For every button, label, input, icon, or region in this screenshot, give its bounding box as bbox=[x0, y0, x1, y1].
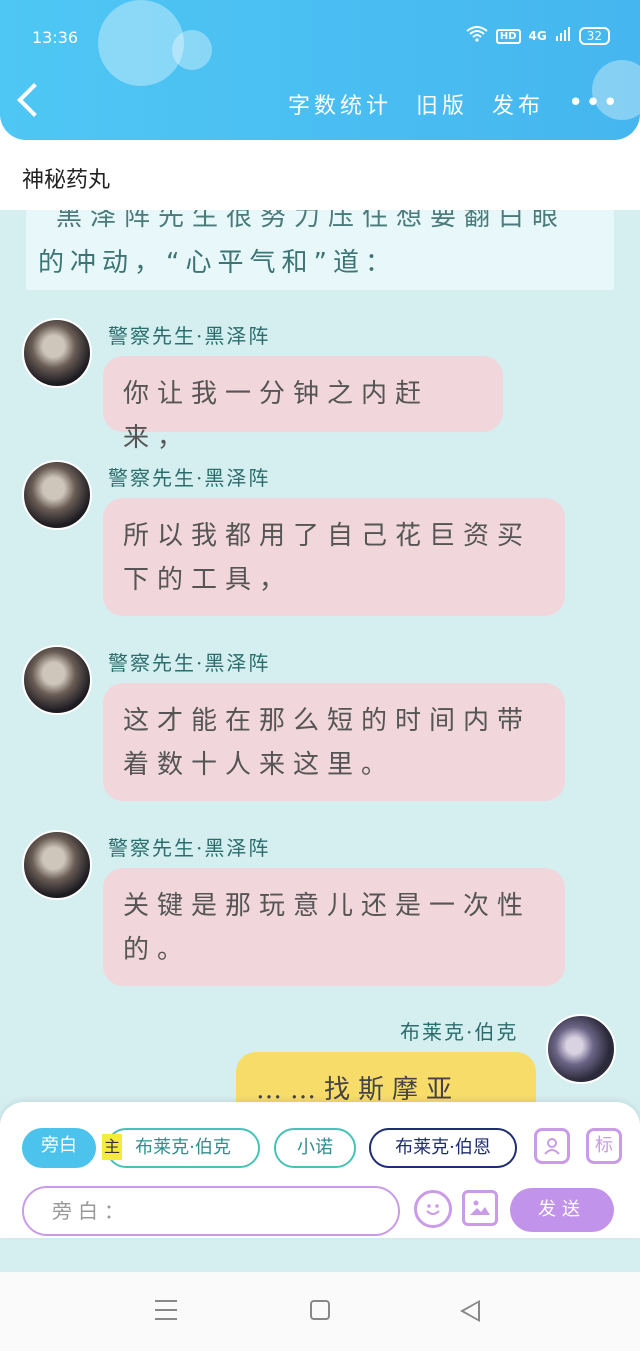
character-chip[interactable]: 布莱克·伯克 bbox=[106, 1128, 260, 1168]
avatar[interactable] bbox=[22, 460, 92, 530]
avatar[interactable] bbox=[22, 645, 92, 715]
home-icon[interactable] bbox=[310, 1300, 330, 1320]
contact-card-icon[interactable] bbox=[534, 1128, 570, 1164]
back-triangle-icon[interactable] bbox=[460, 1300, 480, 1322]
header-actions: 字数统计 旧版 发布 ••• bbox=[288, 88, 620, 120]
message-bubble[interactable]: 这才能在那么短的时间内带着数十人来这里。 bbox=[103, 683, 565, 801]
battery-indicator: 32 bbox=[578, 27, 610, 45]
status-time: 13:36 bbox=[32, 28, 79, 47]
more-icon[interactable]: ••• bbox=[568, 88, 620, 120]
send-button[interactable]: 发送 bbox=[510, 1188, 614, 1232]
character-chip[interactable]: 小诺 bbox=[274, 1128, 356, 1168]
narrator-chip[interactable]: 旁白 bbox=[22, 1128, 96, 1168]
word-count-button[interactable]: 字数统计 bbox=[288, 88, 392, 120]
hd-badge: HD bbox=[495, 28, 521, 44]
avatar[interactable] bbox=[22, 830, 92, 900]
speaker-name: 警察先生·黑泽阵 bbox=[108, 324, 271, 348]
speaker-name: 布莱克·伯克 bbox=[400, 1020, 519, 1044]
input-panel: 旁白 布莱克·伯克 小诺 布莱克·伯恩 标 旁白： 发送 bbox=[0, 1102, 640, 1238]
top-bar: 13:36 HD 4G 32 字数统计 旧版 发布 ••• bbox=[0, 0, 640, 140]
avatar[interactable] bbox=[22, 318, 92, 388]
main-character-badge: 主 bbox=[102, 1134, 122, 1160]
message-input[interactable]: 旁白： bbox=[22, 1186, 400, 1236]
message-bubble[interactable]: 所以我都用了自己花巨资买下的工具， bbox=[103, 498, 565, 616]
narration-block: 黑泽阵先生很努力压住想要翻白眼 的冲动，“心平气和”道： bbox=[26, 210, 614, 290]
speaker-name: 警察先生·黑泽阵 bbox=[108, 651, 271, 675]
avatar[interactable] bbox=[546, 1014, 616, 1084]
mark-button[interactable]: 标 bbox=[586, 1128, 622, 1164]
decor-bubble bbox=[172, 30, 212, 70]
network-label: 4G bbox=[528, 29, 547, 43]
page-title: 神秘药丸 bbox=[22, 168, 111, 193]
speaker-name: 警察先生·黑泽阵 bbox=[108, 466, 271, 490]
menu-icon[interactable] bbox=[155, 1300, 177, 1320]
wifi-icon bbox=[466, 26, 488, 46]
message-bubble[interactable]: 关键是那玩意儿还是一次性的。 bbox=[103, 868, 565, 986]
smiley-icon[interactable] bbox=[414, 1190, 452, 1228]
speaker-name: 警察先生·黑泽阵 bbox=[108, 836, 271, 860]
narration-line: 的冲动，“心平气和”道： bbox=[38, 248, 397, 278]
publish-button[interactable]: 发布 bbox=[492, 88, 544, 120]
decor-bubble bbox=[98, 0, 184, 86]
message-bubble[interactable]: 你让我一分钟之内赶来， bbox=[103, 356, 503, 453]
status-icons: HD 4G 32 bbox=[466, 26, 610, 46]
image-icon[interactable] bbox=[462, 1190, 498, 1226]
signal-icon bbox=[555, 26, 571, 46]
old-version-button[interactable]: 旧版 bbox=[416, 88, 468, 120]
narration-cut-line: 黑泽阵先生很努力压住想要翻白眼 bbox=[56, 210, 567, 232]
character-chip[interactable]: 布莱克·伯恩 bbox=[369, 1128, 517, 1168]
back-arrow-icon[interactable] bbox=[17, 83, 51, 117]
